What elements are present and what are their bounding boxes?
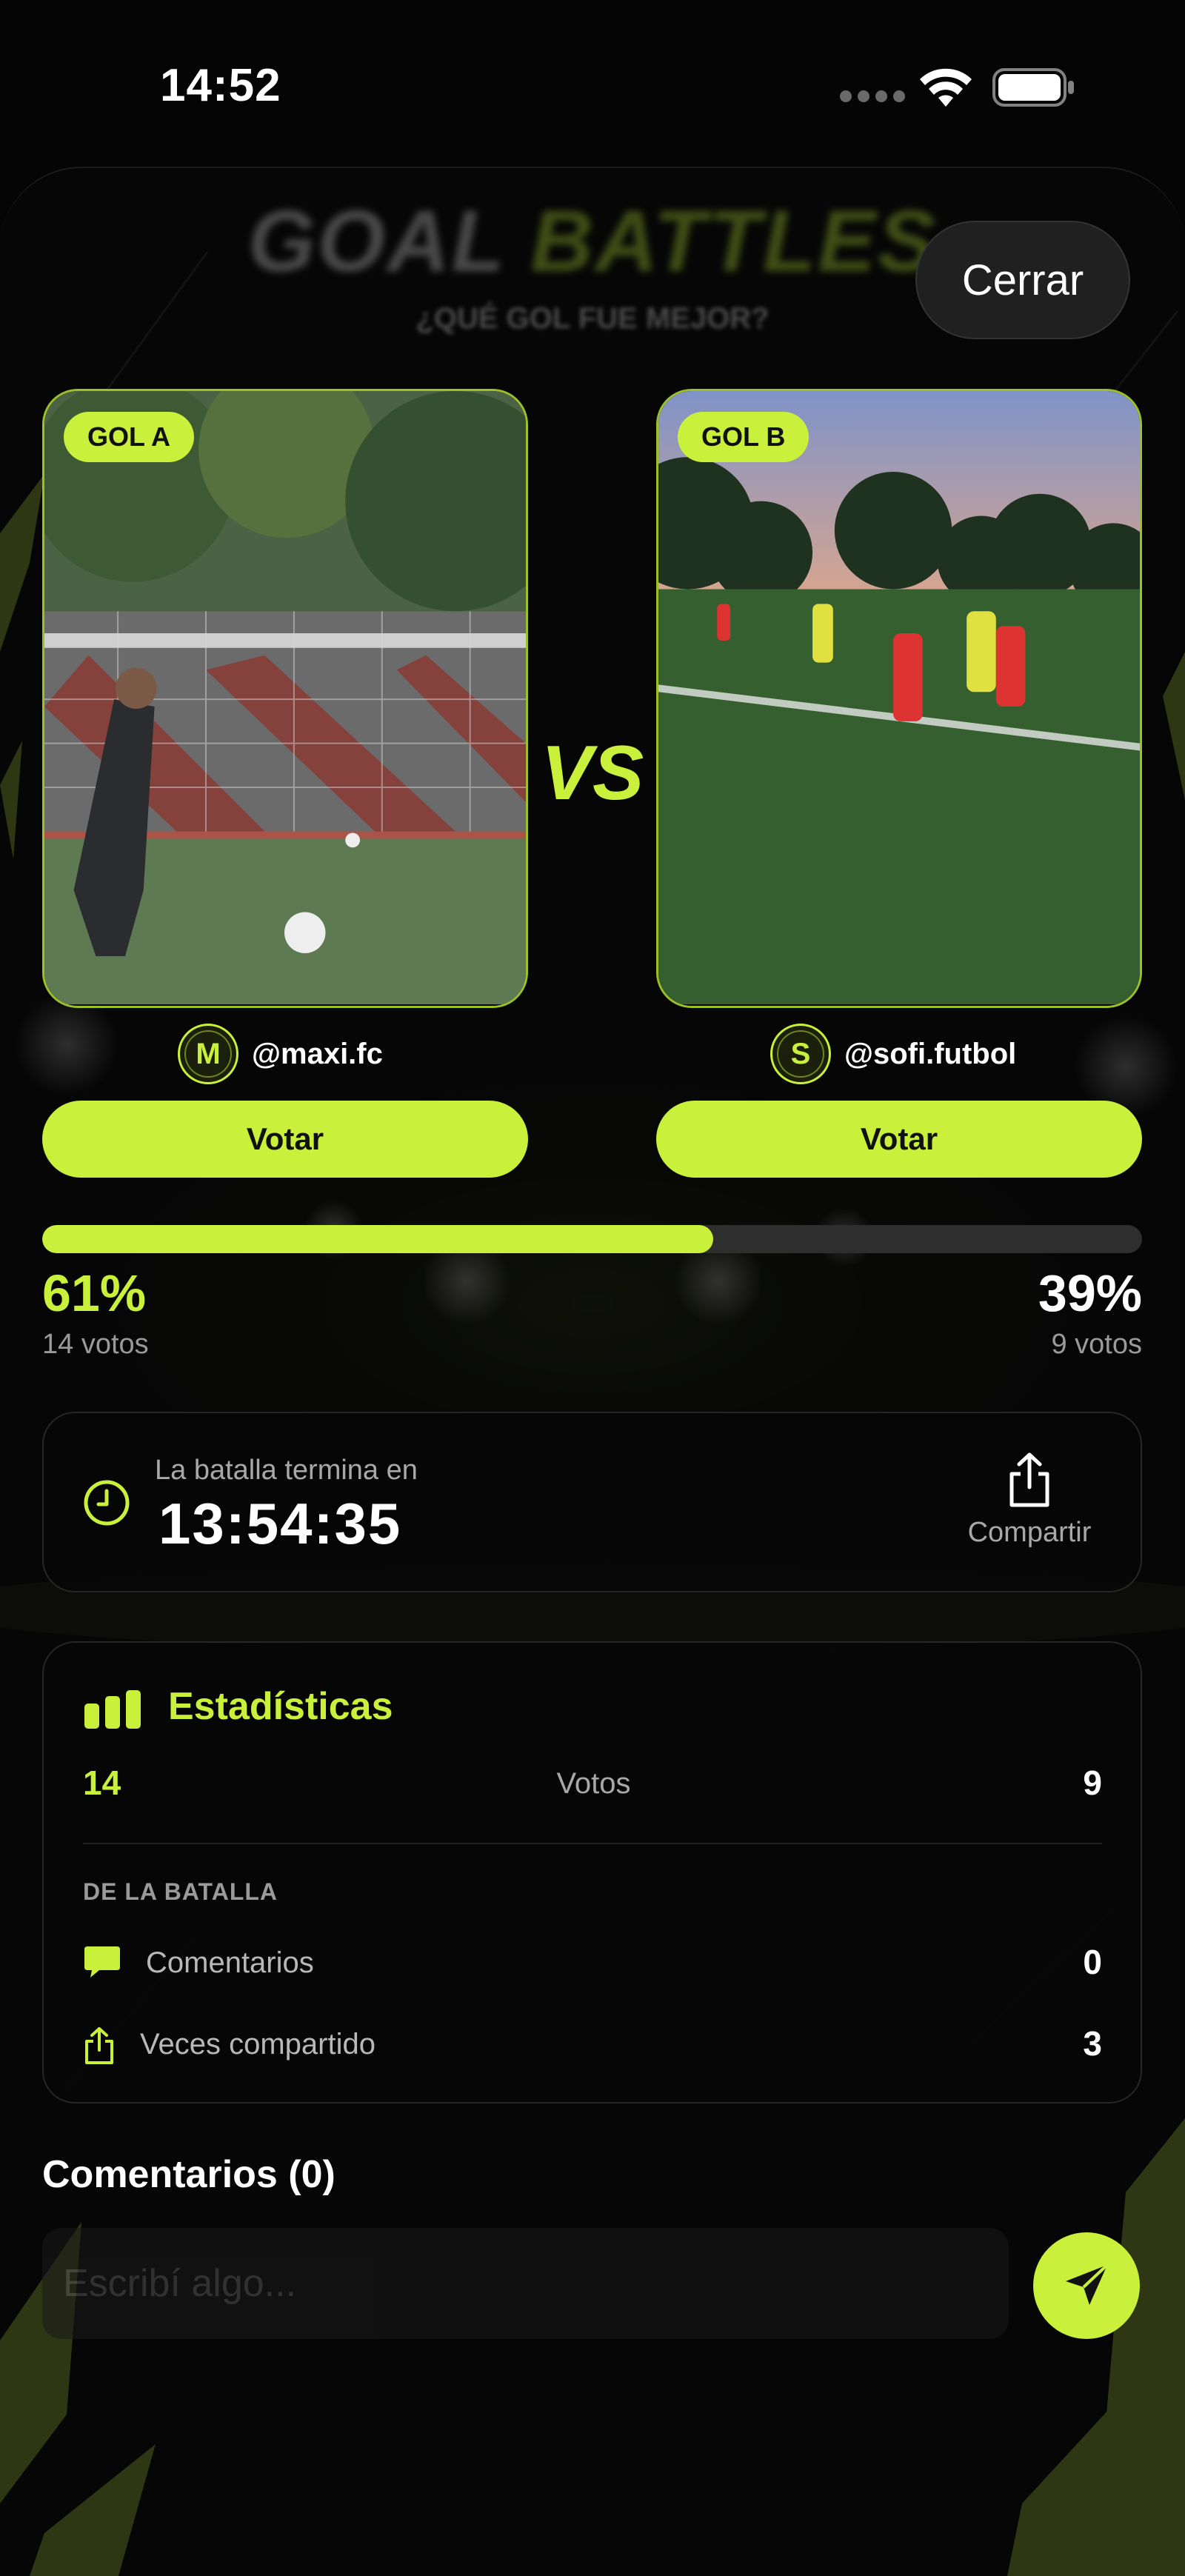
stats-title: Estadísticas — [168, 1685, 393, 1728]
comment-input[interactable] — [42, 2228, 1009, 2339]
timer-card: La batalla termina en 13:54:35 Compartir — [42, 1412, 1142, 1592]
send-icon — [1066, 2263, 1109, 2305]
stats-section-label: DE LA BATALLA — [83, 1878, 278, 1905]
timer-countdown: 13:54:35 — [158, 1491, 402, 1556]
goal-b-video-card[interactable]: GOL B — [656, 389, 1142, 1008]
bar-chart-icon — [84, 1690, 141, 1729]
close-button[interactable]: Cerrar — [915, 221, 1130, 339]
avatar: M — [178, 1024, 238, 1084]
vote-progress-bar — [42, 1225, 1142, 1253]
share-button[interactable]: Compartir — [955, 1452, 1104, 1549]
vote-goal-b-button[interactable]: Votar — [656, 1101, 1142, 1178]
divider — [83, 1843, 1102, 1844]
vs-label: VS — [541, 730, 644, 816]
goal-a-author[interactable]: M @maxi.fc — [178, 1021, 383, 1087]
timer-label: La batalla termina en — [155, 1455, 418, 1486]
vote-goal-a-button[interactable]: Votar — [42, 1101, 528, 1178]
share-label: Compartir — [967, 1517, 1092, 1548]
goal-b-author[interactable]: S @sofi.futbol — [770, 1021, 1016, 1087]
goal-b-thumbnail — [658, 391, 1140, 1005]
clock-icon — [84, 1480, 130, 1526]
vote-progress-fill — [42, 1225, 713, 1253]
goal-a-badge: GOL A — [64, 412, 195, 462]
stat-comments-label: Comentarios — [146, 1946, 314, 1979]
goal-a-video-card[interactable]: GOL A — [42, 389, 528, 1008]
goal-a-thumbnail — [44, 391, 526, 1005]
share-icon — [1009, 1452, 1049, 1507]
goal-b-votes: 9 votos — [1051, 1329, 1142, 1360]
send-comment-button[interactable] — [1033, 2232, 1140, 2339]
battery-icon — [992, 68, 1074, 107]
goal-a-votes: 14 votos — [42, 1329, 149, 1360]
goal-battle-screen: 14:52 GOAL BATTLES ¿QUÉ GOL FUE MEJOR? C… — [0, 0, 1185, 2576]
goal-a-percent: 61% — [42, 1264, 147, 1322]
stats-card: Estadísticas 14 Votos 9 DE LA BATALLA Co… — [42, 1641, 1142, 2103]
stat-votes-b: 9 — [1083, 1764, 1102, 1802]
goal-b-percent: 39% — [1038, 1264, 1142, 1322]
share-icon — [85, 2027, 113, 2064]
stat-votes-label: Votos — [556, 1767, 631, 1800]
stat-comments-value: 0 — [1083, 1943, 1102, 1981]
stat-shares-value: 3 — [1083, 2024, 1102, 2063]
wifi-icon — [920, 68, 972, 107]
author-handle: @sofi.futbol — [844, 1037, 1017, 1070]
comments-title: Comentarios (0) — [42, 2153, 336, 2196]
status-bar: 14:52 — [0, 0, 1185, 163]
avatar: S — [770, 1024, 831, 1084]
comment-icon — [84, 1946, 120, 1978]
signal-dots-icon — [840, 90, 911, 106]
stat-shares-label: Veces compartido — [140, 2028, 375, 2061]
goal-b-badge: GOL B — [678, 412, 810, 462]
author-handle: @maxi.fc — [252, 1037, 383, 1070]
status-time: 14:52 — [160, 60, 281, 111]
